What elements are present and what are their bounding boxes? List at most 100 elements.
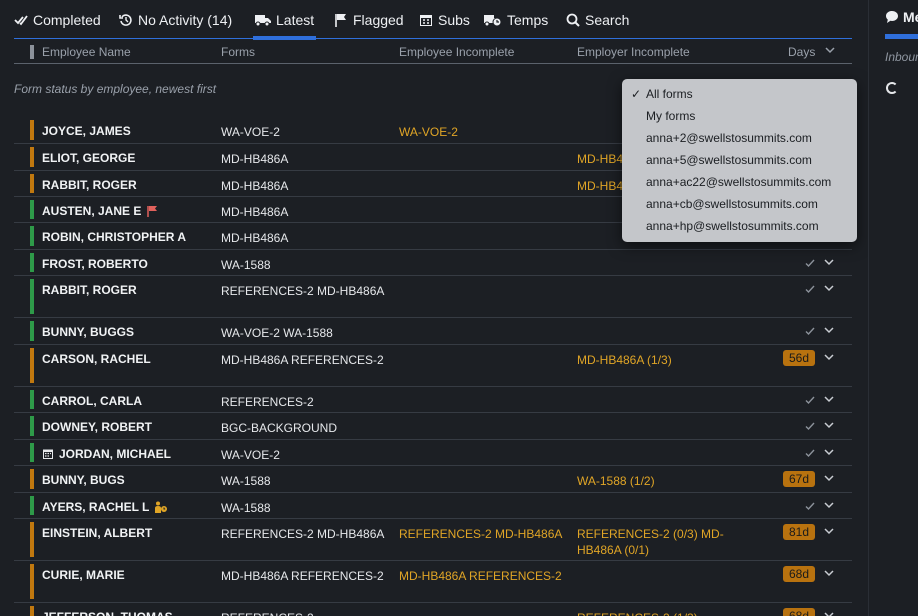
expand-chevron-icon[interactable] [823, 393, 835, 405]
employee-name[interactable]: BUNNY, BUGS [42, 473, 125, 487]
menu-item-user[interactable]: anna+ac22@swellstosummits.com [622, 171, 857, 193]
tab-search[interactable]: Search [566, 0, 629, 40]
checkmark-icon [805, 259, 815, 268]
table-row[interactable]: CARSON, RACHEL MD-HB486A REFERENCES-2 MD-H… [14, 345, 852, 387]
tab-latest[interactable]: Latest [252, 0, 317, 40]
employee-name[interactable]: CARSON, RACHEL [42, 352, 151, 366]
expand-chevron-icon[interactable] [823, 324, 835, 336]
column-header-employee-incomplete[interactable]: Employee Incomplete [399, 45, 514, 59]
table-row[interactable]: BUNNY, BUGS WA-1588 WA-1588 (1/2) 67d [14, 466, 852, 493]
expand-chevron-icon[interactable] [823, 609, 835, 616]
expand-chevron-icon[interactable] [823, 256, 835, 268]
employee-name[interactable]: CARROL, CARLA [42, 394, 142, 408]
expand-chevron-icon[interactable] [823, 419, 835, 431]
expand-chevron-icon[interactable] [823, 446, 835, 458]
employee-name[interactable]: JORDAN, MICHAEL [42, 447, 171, 461]
search-icon [566, 13, 580, 27]
employee-name[interactable]: RABBIT, ROGER [42, 283, 137, 297]
employee-name[interactable]: JEFFERSON, THOMAS [42, 610, 173, 616]
menu-item-label: anna+cb@swellstosummits.com [646, 197, 818, 211]
forms-filter-menu: ✓ All forms My forms anna+2@swellstosummi… [622, 79, 857, 242]
tab-completed[interactable]: Completed [14, 0, 101, 40]
status-indicator [30, 226, 34, 246]
forms-cell: WA-1588 [221, 258, 271, 272]
employee-incomplete-cell[interactable]: REFERENCES-2 MD-HB486A [399, 526, 569, 542]
table-row[interactable]: JORDAN, MICHAEL WA-VOE-2 [14, 440, 852, 466]
expand-chevron-icon[interactable] [823, 525, 835, 537]
menu-item-all-forms[interactable]: ✓ All forms [622, 83, 857, 105]
loading-spinner-icon [886, 82, 898, 94]
employee-name[interactable]: BUNNY, BUGGS [42, 325, 134, 339]
forms-cell: REFERENCES-2 MD-HB486A [221, 527, 385, 541]
employee-incomplete-cell[interactable]: WA-VOE-2 [399, 124, 569, 140]
forms-cell: WA-VOE-2 [221, 125, 280, 139]
employee-name[interactable]: AUSTEN, JANE E [42, 204, 158, 218]
forms-cell: BGC-BACKGROUND [221, 421, 338, 435]
table-row[interactable]: JEFFERSON, THOMAS REFERENCES-2 REFERENCES-… [14, 603, 852, 616]
table-caption: Form status by employee, newest first [14, 82, 217, 96]
table-row[interactable]: AYERS, RACHEL L WA-1588 [14, 493, 852, 519]
tab-subs[interactable]: Subs [419, 0, 470, 40]
employee-name[interactable]: JOYCE, JAMES [42, 124, 131, 138]
employee-name-text: RABBIT, ROGER [42, 178, 137, 192]
column-header-name[interactable]: Employee Name [42, 45, 131, 59]
table-row[interactable]: DOWNEY, ROBERT BGC-BACKGROUND [14, 413, 852, 440]
employer-incomplete-cell[interactable]: WA-1588 (1/2) [577, 473, 747, 489]
table-row[interactable]: RABBIT, ROGER REFERENCES-2 MD-HB486A [14, 276, 852, 318]
employer-incomplete-cell[interactable]: MD-HB486A (1/3) [577, 352, 747, 368]
expand-chevron-icon[interactable] [823, 472, 835, 484]
menu-item-user[interactable]: anna+hp@swellstosummits.com [622, 215, 857, 237]
tab-messages[interactable]: Messages [885, 9, 918, 25]
employee-incomplete-cell[interactable]: MD-HB486A REFERENCES-2 [399, 568, 569, 584]
tab-label: Subs [438, 12, 470, 28]
expand-chevron-icon[interactable] [823, 567, 835, 579]
employer-incomplete-cell[interactable]: REFERENCES-2 (0/3) MD-HB486A (0/1) [577, 526, 747, 558]
employer-incomplete-cell[interactable]: REFERENCES-2 (1/3) [577, 610, 747, 616]
tab-flagged[interactable]: Flagged [334, 0, 404, 40]
tab-label: No Activity (14) [138, 12, 233, 28]
employee-name[interactable]: ELIOT, GEORGE [42, 151, 135, 165]
menu-item-user[interactable]: anna+5@swellstosummits.com [622, 149, 857, 171]
table-header: Employee Name Forms Employee Incomplete … [14, 40, 852, 64]
employee-name-text: ROBIN, CHRISTOPHER A [42, 230, 187, 244]
employee-name[interactable]: RABBIT, ROGER [42, 178, 137, 192]
expand-chevron-icon[interactable] [823, 351, 835, 363]
expand-chevron-icon[interactable] [823, 499, 835, 511]
check-double-icon [14, 15, 28, 26]
forms-cell: MD-HB486A [221, 231, 289, 245]
days-badge: 68d [782, 566, 815, 582]
tab-bar: Completed No Activity (14) Latest Flagge… [0, 0, 866, 40]
tab-temps[interactable]: Temps [484, 0, 548, 40]
checkmark-icon: ✓ [631, 87, 642, 101]
column-header-forms[interactable]: Forms [221, 45, 255, 59]
employee-name[interactable]: EINSTEIN, ALBERT [42, 526, 152, 540]
table-row[interactable]: FROST, ROBERTO WA-1588 [14, 250, 852, 276]
employee-name-text: FROST, ROBERTO [42, 257, 148, 271]
menu-item-user[interactable]: anna+2@swellstosummits.com [622, 127, 857, 149]
status-indicator [30, 147, 34, 167]
status-indicator [30, 606, 34, 616]
status-indicator [30, 416, 34, 436]
column-header-employer-incomplete[interactable]: Employer Incomplete [577, 45, 690, 59]
chevron-down-icon[interactable] [824, 44, 836, 56]
employee-name[interactable]: DOWNEY, ROBERT [42, 420, 152, 434]
table-row[interactable]: CARROL, CARLA REFERENCES-2 [14, 387, 852, 413]
table-row[interactable]: CURIE, MARIE MD-HB486A REFERENCES-2 MD-HB4… [14, 561, 852, 603]
tab-no-activity[interactable]: No Activity (14) [119, 0, 232, 40]
tab-label: Temps [507, 12, 549, 28]
status-indicator [30, 321, 34, 341]
menu-item-user[interactable]: anna+cb@swellstosummits.com [622, 193, 857, 215]
table-row[interactable]: EINSTEIN, ALBERT REFERENCES-2 MD-HB486A RE… [14, 519, 852, 561]
employee-name-text: RABBIT, ROGER [42, 283, 137, 297]
messages-panel: Messages Inbound [868, 0, 918, 616]
employee-name[interactable]: ROBIN, CHRISTOPHER A [42, 230, 186, 244]
table-row[interactable]: BUNNY, BUGGS WA-VOE-2 WA-1588 [14, 318, 852, 345]
employee-name[interactable]: FROST, ROBERTO [42, 257, 148, 271]
status-indicator [30, 564, 34, 599]
calendar-icon [420, 15, 432, 26]
employee-name[interactable]: CURIE, MARIE [42, 568, 125, 582]
expand-chevron-icon[interactable] [823, 282, 835, 294]
menu-item-my-forms[interactable]: My forms [622, 105, 857, 127]
employee-name[interactable]: AYERS, RACHEL L [42, 500, 168, 514]
column-header-days[interactable]: Days [788, 45, 815, 59]
